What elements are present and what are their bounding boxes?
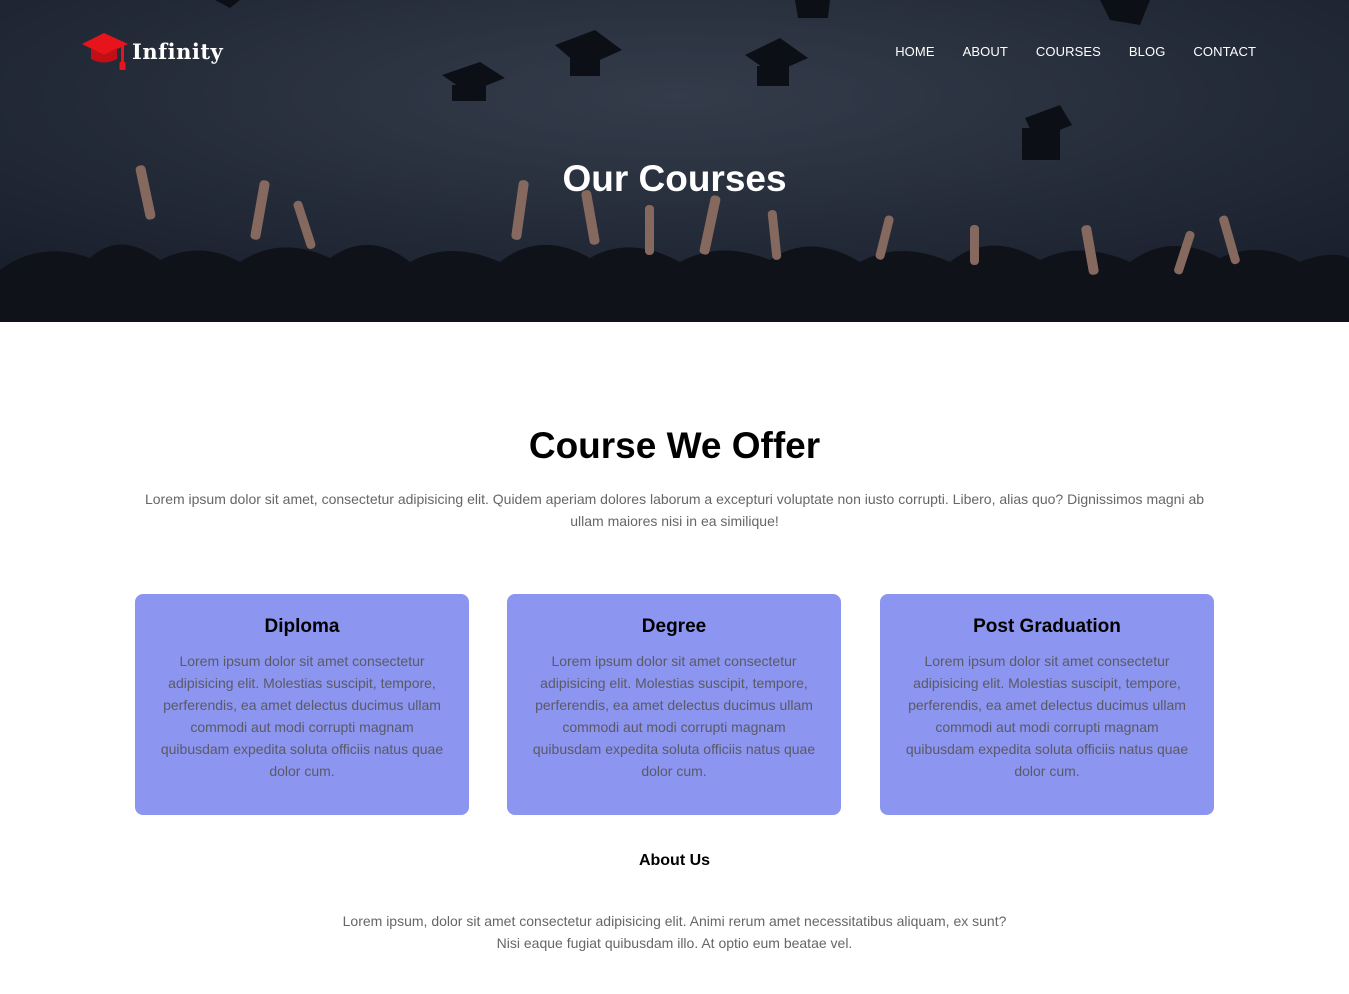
course-card-text: Lorem ipsum dolor sit amet consectetur a… — [905, 653, 1189, 779]
courses-heading: Course We Offer — [528, 425, 821, 466]
course-card-degree[interactable]: Degree Lorem ipsum dolor sit amet consec… — [507, 594, 841, 815]
nav-about[interactable]: ABOUT — [963, 44, 1008, 59]
course-card-post-graduation[interactable]: Post Graduation Lorem ipsum dolor sit am… — [880, 594, 1214, 815]
about-line-2: Nisi eaque fugiat quibusdam illo. At opt… — [496, 935, 853, 951]
courses-description: Lorem ipsum dolor sit amet, consectetur … — [144, 491, 1205, 529]
brand-logo[interactable]: Infinity — [80, 28, 223, 72]
nav-blog[interactable]: BLOG — [1129, 44, 1166, 59]
main-nav: HOME ABOUT COURSES BLOG CONTACT — [895, 44, 1256, 59]
brand-name: Infinity — [132, 38, 224, 64]
page-title: Our Courses — [562, 158, 787, 199]
course-card-title: Diploma — [264, 616, 340, 637]
nav-contact[interactable]: CONTACT — [1193, 44, 1256, 59]
about-heading: About Us — [638, 852, 711, 869]
course-card-title: Post Graduation — [973, 616, 1121, 637]
hero-banner: Infinity HOME ABOUT COURSES BLOG CONTACT… — [0, 0, 1349, 322]
course-card-title: Degree — [641, 616, 707, 637]
nav-home[interactable]: HOME — [895, 44, 934, 59]
about-line-1: Lorem ipsum, dolor sit amet consectetur … — [342, 913, 1007, 929]
course-cards: Diploma Lorem ipsum dolor sit amet conse… — [135, 594, 1214, 815]
nav-courses[interactable]: COURSES — [1036, 44, 1101, 59]
graduation-cap-icon — [82, 33, 128, 70]
about-description: Lorem ipsum, dolor sit amet consectetur … — [274, 910, 1075, 954]
course-card-diploma[interactable]: Diploma Lorem ipsum dolor sit amet conse… — [135, 594, 469, 815]
course-card-text: Lorem ipsum dolor sit amet consectetur a… — [532, 653, 816, 779]
course-card-text: Lorem ipsum dolor sit amet consectetur a… — [160, 653, 444, 779]
